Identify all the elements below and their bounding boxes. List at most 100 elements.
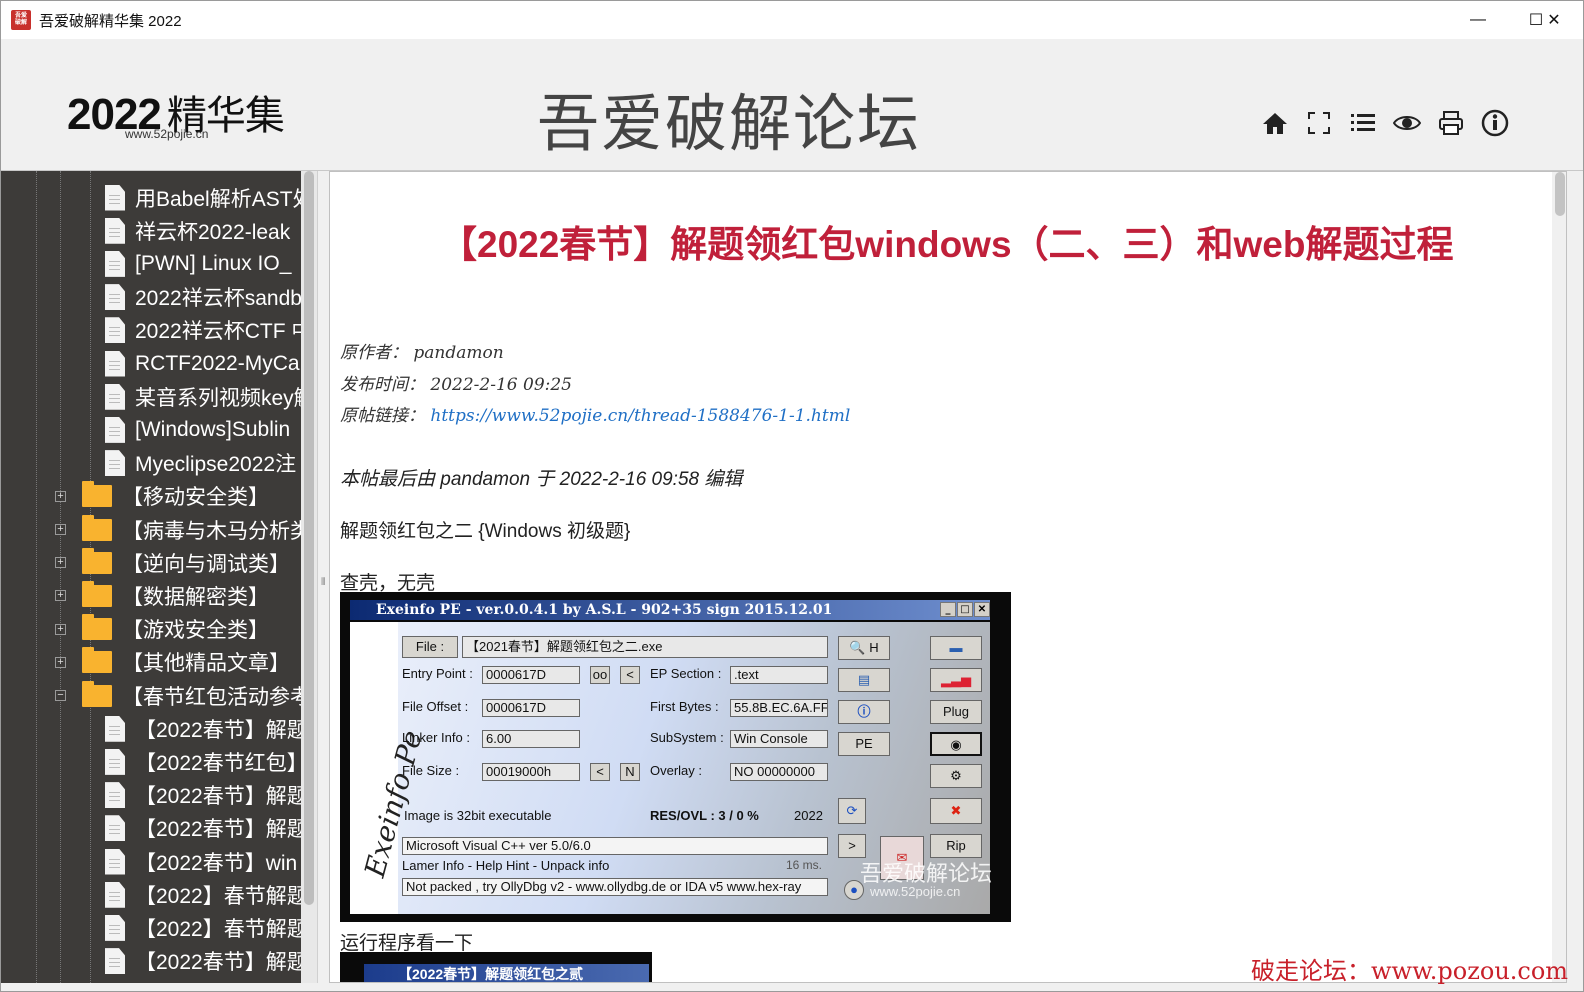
tree-item-file[interactable]: 某音系列视频key解 [105, 380, 315, 413]
run-program-screenshot: 【2022春节】解题领红包之贰 [340, 952, 652, 982]
tree-item-label: 【2022春节】解题 [135, 718, 308, 742]
lamer-info-text: Lamer Info - Help Hint - Unpack info [402, 858, 610, 873]
exeinfo-about-button: ⓘ [838, 700, 890, 724]
expand-icon[interactable]: + [55, 656, 66, 668]
tree-item-file[interactable]: Myeclipse2022注 [105, 447, 296, 480]
subsystem-label: SubSystem : [650, 730, 724, 745]
tree-item-label: 【2022春节】win [135, 851, 298, 875]
exeinfo-prev-button: < [590, 763, 610, 781]
list-icon[interactable] [1347, 107, 1379, 139]
tree-item-label: 【病毒与木马分析类】 [122, 519, 317, 543]
tree-item-file[interactable]: 2022祥云杯sandb [105, 281, 302, 314]
close-button[interactable]: ✕ [1525, 1, 1583, 39]
exeinfo-year: 2022 [794, 808, 823, 823]
tree-item-file[interactable]: 用Babel解析AST处 [105, 181, 314, 214]
date-label: 发布时间： [340, 375, 425, 395]
content-scroll-thumb[interactable] [1555, 172, 1565, 216]
document-icon [105, 416, 125, 443]
meta-author: 原作者： pandamon [340, 338, 504, 363]
expand-icon[interactable]: + [55, 623, 66, 635]
run-program-titlebar: 【2022春节】解题领红包之贰 [364, 964, 649, 982]
exeinfo-titlebar: Exeinfo PE - ver.0.0.4.1 by A.S.L - 902+… [350, 600, 990, 620]
date-value: 2022-2-16 09:25 [430, 375, 573, 395]
title-bar: 吾爱破解 吾爱破解精华集 2022 — ☐ ✕ [1, 1, 1583, 39]
source-link[interactable]: https://www.52pojie.cn/thread-1588476-1-… [430, 406, 850, 426]
tree-item-label: 【春节红包活动参考答 [122, 685, 317, 709]
app-icon: 吾爱破解 [11, 10, 31, 30]
splitter-grip-icon: ⦀ [321, 577, 326, 588]
meta-date: 发布时间： 2022-2-16 09:25 [340, 370, 572, 395]
print-icon[interactable] [1435, 107, 1467, 139]
exeinfo-title: Exeinfo PE - ver.0.0.4.1 by A.S.L - 902+… [376, 602, 833, 618]
tree-item-file[interactable]: [PWN] Linux IO_ [105, 247, 291, 280]
paragraph: 解题领红包之二 {Windows 初级题} [340, 521, 631, 542]
home-icon[interactable] [1259, 107, 1291, 139]
detect-field: Microsoft Visual C++ ver 5.0/6.0 [402, 837, 828, 855]
tree-item-file[interactable]: RCTF2022-MyCa [105, 347, 300, 380]
tree-item-label: 【2022】春节解题 [135, 917, 308, 941]
tree-item-file[interactable]: 【2022春节】解题 [105, 812, 308, 845]
tree-item-file[interactable]: [Windows]Sublin [105, 413, 290, 446]
overlay-field: NO 00000000 [730, 763, 828, 781]
subsystem-field: Win Console [730, 730, 828, 748]
content-scrollbar[interactable] [1552, 172, 1566, 982]
eye-icon[interactable] [1391, 107, 1423, 139]
exeinfo-prev-button: < [620, 666, 640, 684]
refresh-icon: ⟳ [846, 803, 858, 818]
tree-item-folder[interactable]: + 【逆向与调试类】 [55, 546, 290, 579]
tree-item-label: 【其他精品文章】 [122, 652, 290, 676]
tree-item-file[interactable]: 【2022春节】win [105, 845, 297, 878]
exeinfo-open-button: ▬ [930, 636, 982, 660]
exeinfo-search-icon: 🔍 [849, 640, 866, 655]
tree-item-file[interactable]: 【2022】春节解题 [105, 878, 308, 911]
tree-item-folder[interactable]: + 【数据解密类】 [55, 579, 269, 612]
minimize-button[interactable]: — [1449, 1, 1507, 39]
document-icon [105, 317, 125, 344]
expand-icon[interactable]: + [55, 490, 66, 502]
sections-icon: ▤ [857, 672, 871, 687]
exeinfo-screenshot-button: ◉ [930, 732, 982, 756]
exeinfo-ms: 16 ms. [786, 858, 823, 872]
tree-item-file[interactable]: 【2022春节】解题 [105, 712, 308, 745]
exeinfo-sections-button: ▤ [838, 668, 890, 692]
exeinfo-search-button: 🔍 H [838, 636, 890, 660]
expand-icon[interactable]: + [55, 590, 66, 602]
exeinfo-rip-button: Rip [930, 834, 982, 858]
exeinfo-stats-button: ▂▃▅ [930, 668, 982, 692]
globe-icon: ● [850, 882, 858, 897]
folder-icon [82, 614, 112, 641]
file-size-field: 00019000h [482, 763, 580, 781]
info-icon[interactable] [1479, 107, 1511, 139]
tree-item-file[interactable]: 【2022】春节解题 [105, 911, 308, 944]
tree-item-file[interactable]: 【2022春节】解题 [105, 945, 308, 978]
tree-item-label: 2022祥云杯CTF 中 [135, 320, 313, 344]
tree-item-file[interactable]: 【2022春节红包】 [105, 745, 308, 778]
expand-icon[interactable]: + [55, 557, 66, 569]
document-icon [105, 284, 125, 311]
exeinfo-screenshot: Exeinfo PE - ver.0.0.4.1 by A.S.L - 902+… [340, 592, 1011, 922]
tree-item-label: [Windows]Sublin [135, 417, 291, 441]
tree-item-folder[interactable]: − 【春节红包活动参考答 [55, 679, 317, 712]
tree-item-label: Myeclipse2022注 [135, 453, 297, 477]
document-icon [105, 450, 125, 477]
folder-icon [82, 647, 112, 674]
tree-item-folder[interactable]: + 【游戏安全类】 [55, 613, 269, 646]
exeinfo-exit-button: ✖ [930, 798, 982, 824]
collapse-icon[interactable]: − [55, 690, 66, 701]
fullscreen-icon[interactable] [1303, 107, 1335, 139]
expand-icon[interactable]: + [55, 524, 66, 535]
window-title: 吾爱破解精华集 2022 [39, 12, 182, 30]
tree-item-folder[interactable]: + 【移动安全类】 [55, 480, 269, 513]
article-view: 【2022春节】解题领红包windows（二、三）和web解题过程 原作者： p… [329, 171, 1567, 983]
tree-item-folder[interactable]: + 【其他精品文章】 [55, 646, 290, 679]
tree-item-file[interactable]: 2022祥云杯CTF 中 [105, 314, 312, 347]
tree-item-file[interactable]: 【2022春节】解题 [105, 779, 308, 812]
folder-icon [82, 481, 112, 508]
tree-item-file[interactable]: 祥云杯2022-leak [105, 214, 290, 247]
tree-item-label: 【游戏安全类】 [122, 619, 269, 643]
app-icon-text: 吾爱破解 [14, 13, 27, 26]
app-header: 2022 精华集 www.52pojie.cn 吾爱破解论坛 [1, 39, 1583, 171]
site-watermark: 破走论坛：www.pozou.com [1251, 957, 1569, 985]
sidebar-scroll-thumb[interactable] [304, 171, 314, 905]
tree-item-folder[interactable]: + 【病毒与木马分析类】 [55, 513, 317, 546]
